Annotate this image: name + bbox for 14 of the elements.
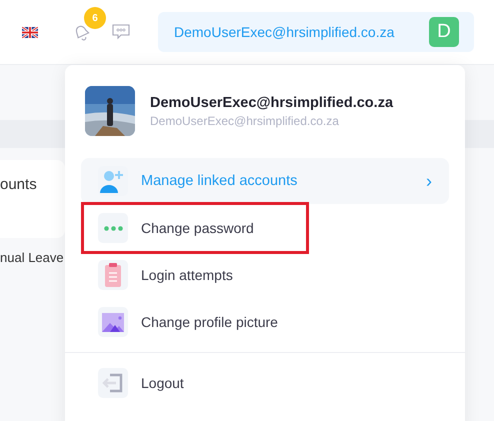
- avatar-initial: D: [429, 17, 459, 47]
- chat-icon[interactable]: [111, 23, 131, 41]
- chevron-icon: ›: [426, 170, 432, 192]
- notification-badge: 6: [84, 7, 106, 29]
- user-name: DemoUserExec@hrsimplified.co.za: [150, 94, 394, 110]
- menu-item[interactable]: Login attempts: [81, 252, 449, 298]
- card-title: ounts: [0, 176, 37, 193]
- dots-icon: [104, 226, 122, 230]
- user-email: DemoUserExec@hrsimplified.co.za: [150, 114, 340, 128]
- logout-item[interactable]: Logout: [81, 360, 449, 406]
- uk-flag-icon[interactable]: [22, 26, 38, 38]
- leave-type-text: nual Leave: [0, 250, 64, 265]
- menu-item[interactable]: Change password: [84, 205, 306, 251]
- menu-item[interactable]: Change profile picture: [81, 299, 449, 345]
